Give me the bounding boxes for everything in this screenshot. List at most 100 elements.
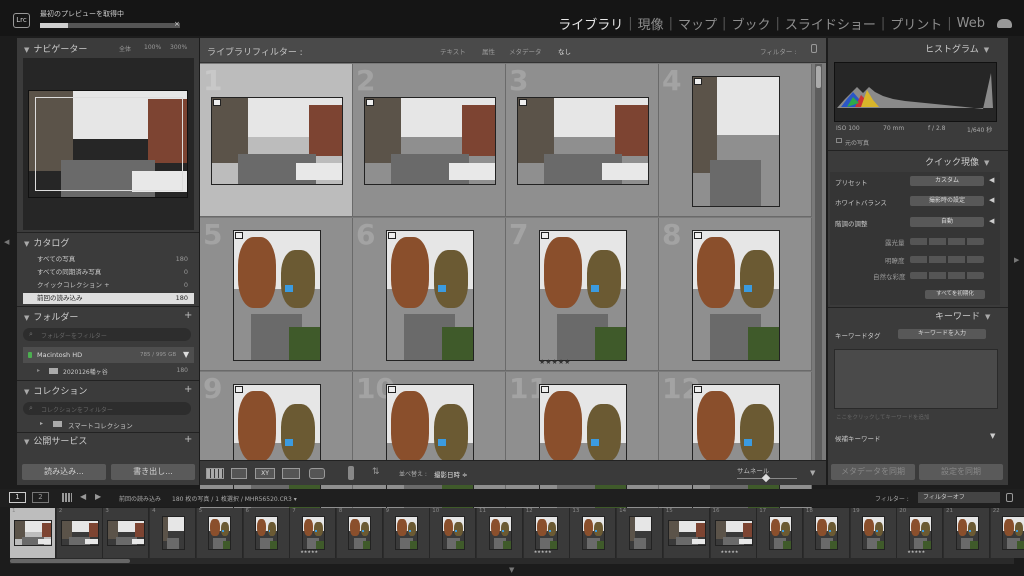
filmstrip-lock-icon[interactable] xyxy=(1006,493,1013,502)
navigator-header[interactable]: ▼ ナビゲーター xyxy=(24,42,87,56)
filmstrip-frame[interactable]: 5 xyxy=(196,508,243,558)
filmstrip-frame[interactable]: 10 xyxy=(430,508,477,558)
metadata-badge-icon[interactable] xyxy=(234,385,243,393)
metadata-badge-icon[interactable] xyxy=(365,99,374,106)
collection-search-input[interactable]: ⌕ コレクションをフィルター xyxy=(23,402,191,415)
filmstrip-frame[interactable]: 4 xyxy=(150,508,197,558)
folder-search-input[interactable]: ⌕ フォルダーをフィルター xyxy=(23,328,191,341)
add-folder-icon[interactable]: + xyxy=(184,310,192,321)
publish-services-header[interactable]: ▼ 公開サービス xyxy=(24,434,87,448)
catalog-header[interactable]: ▼ カタログ xyxy=(24,236,69,250)
grid-cell[interactable]: 8 xyxy=(659,218,812,371)
nav-zoom-100[interactable]: 100% xyxy=(144,44,161,51)
filmstrip-frame[interactable]: 2 xyxy=(56,508,103,558)
quick-develop-header[interactable]: クイック現像 ▼ xyxy=(925,155,993,169)
sort-direction-icon[interactable]: ⇅ xyxy=(372,467,380,477)
navigator-image[interactable] xyxy=(28,90,188,198)
drive-row[interactable]: Macintosh HD 785 / 995 GB ▼ xyxy=(23,347,194,363)
filmstrip-frame[interactable]: 15 xyxy=(663,508,710,558)
expand-arrow-icon[interactable]: ▸ xyxy=(37,367,40,374)
auto-tone-button[interactable]: 自動 xyxy=(910,217,984,227)
metadata-badge-icon[interactable] xyxy=(518,99,527,106)
right-panel-toggle-icon[interactable]: ▶ xyxy=(1014,256,1019,264)
grid-cell[interactable]: 5 xyxy=(200,218,353,371)
keyword-tags-area[interactable] xyxy=(834,349,998,409)
left-panel-toggle-icon[interactable]: ◀ xyxy=(4,238,9,246)
primary-window-button[interactable]: 1 xyxy=(9,492,26,503)
drive-collapse-icon[interactable]: ▼ xyxy=(183,350,189,359)
grid-icon[interactable] xyxy=(62,493,72,502)
filmstrip-frame[interactable]: 6 xyxy=(243,508,290,558)
spray-can-icon[interactable] xyxy=(348,466,354,480)
preset-expand-icon[interactable]: ◀ xyxy=(989,176,994,184)
metadata-badge-icon[interactable] xyxy=(540,231,549,239)
catalog-item[interactable]: クイックコレクション + 0 xyxy=(23,280,194,291)
metadata-badge-icon[interactable] xyxy=(693,385,702,393)
filmstrip-frame[interactable]: 20 ★★★★★ xyxy=(897,508,944,558)
people-view-icon[interactable] xyxy=(309,468,325,479)
back-arrow-icon[interactable]: ◀ xyxy=(80,492,86,501)
metadata-badge-icon[interactable] xyxy=(387,231,396,239)
grid-cell[interactable]: 6 xyxy=(353,218,506,371)
filmstrip-source[interactable]: 前回の読み込み xyxy=(119,494,161,503)
metadata-badge-icon[interactable] xyxy=(212,99,221,106)
suggested-keywords-toggle-icon[interactable]: ▼ xyxy=(990,432,995,440)
catalog-item[interactable]: すべての同期済み写真 0 xyxy=(23,267,194,278)
tone-expand-icon[interactable]: ◀ xyxy=(989,217,994,225)
filmstrip-frame[interactable]: 13 xyxy=(570,508,617,558)
white-balance-expand-icon[interactable]: ◀ xyxy=(989,196,994,204)
metadata-badge-icon[interactable] xyxy=(234,231,243,239)
module-6[interactable]: Web xyxy=(957,16,985,31)
filmstrip-frame[interactable]: 14 xyxy=(617,508,664,558)
sync-settings-button[interactable]: 設定を同期 xyxy=(919,464,1003,480)
original-photo-checkbox[interactable] xyxy=(836,138,842,143)
add-keyword-input[interactable]: ここをクリックしてキーワードを追加 xyxy=(836,413,929,421)
grid-cell[interactable]: 3 xyxy=(506,64,659,217)
grid-scrollbar-thumb[interactable] xyxy=(816,66,821,88)
module-4[interactable]: スライドショー xyxy=(785,14,876,33)
module-5[interactable]: プリント xyxy=(890,14,942,33)
module-1[interactable]: 現像 xyxy=(638,14,664,33)
compare-view-icon[interactable]: XY xyxy=(255,468,275,479)
metadata-badge-icon[interactable] xyxy=(693,77,702,85)
grid-scrollbar[interactable] xyxy=(815,64,822,460)
catalog-item[interactable]: すべての写真 180 xyxy=(23,254,194,265)
filmstrip-frame[interactable]: 19 xyxy=(850,508,897,558)
clarity-stepper[interactable] xyxy=(910,256,984,263)
filter-tab-attribute[interactable]: 属性 xyxy=(482,46,495,56)
cancel-progress-icon[interactable]: × xyxy=(174,20,180,28)
filter-tab-none[interactable]: なし xyxy=(558,46,571,56)
collections-header[interactable]: ▼ コレクション xyxy=(24,384,87,398)
grid-cell[interactable]: 1 xyxy=(200,64,353,217)
filmstrip-frame[interactable]: 18 xyxy=(803,508,850,558)
nav-zoom-300[interactable]: 300% xyxy=(170,44,187,51)
filmstrip-frame[interactable]: 11 xyxy=(477,508,523,558)
filmstrip-frame[interactable]: 8 xyxy=(336,508,383,558)
vibrance-stepper[interactable] xyxy=(910,272,984,279)
survey-view-icon[interactable] xyxy=(282,468,300,479)
exposure-stepper[interactable] xyxy=(910,238,984,245)
filmstrip-frame[interactable]: 1 xyxy=(10,508,56,558)
expand-arrow-icon[interactable]: ▸ xyxy=(40,420,43,427)
forward-arrow-icon[interactable]: ▶ xyxy=(95,492,101,501)
smart-collection-row[interactable]: ▸ スマートコレクション xyxy=(23,418,194,430)
nav-zoom-fit[interactable]: 全体 xyxy=(119,44,131,53)
histogram[interactable] xyxy=(834,62,997,122)
filmstrip-scrollbar[interactable] xyxy=(10,558,1014,564)
grid-view-icon[interactable] xyxy=(206,468,224,479)
sort-dropdown[interactable]: 撮影日時 ≑ xyxy=(434,469,468,479)
reset-all-button[interactable]: すべてを初期化 xyxy=(925,290,985,299)
grid-cell[interactable]: 2 xyxy=(353,64,506,217)
keyword-tags-dropdown[interactable]: キーワードを入力 xyxy=(898,329,986,339)
filter-tab-metadata[interactable]: メタデータ xyxy=(509,46,542,56)
filter-tab-text[interactable]: テキスト xyxy=(440,46,466,56)
thumbnail-slider-handle[interactable] xyxy=(761,473,771,483)
module-0[interactable]: ライブラリ xyxy=(558,14,623,33)
grid-cell[interactable]: 7 ★★★★★ xyxy=(506,218,659,371)
import-button[interactable]: 読み込み... xyxy=(22,464,106,480)
folders-header[interactable]: ▼ フォルダー xyxy=(24,310,78,324)
histogram-header[interactable]: ヒストグラム ▼ xyxy=(925,42,993,56)
sync-metadata-button[interactable]: メタデータを同期 xyxy=(831,464,915,480)
loupe-view-icon[interactable] xyxy=(231,468,247,479)
filmstrip-frame[interactable]: 7 ★★★★★ xyxy=(290,508,337,558)
